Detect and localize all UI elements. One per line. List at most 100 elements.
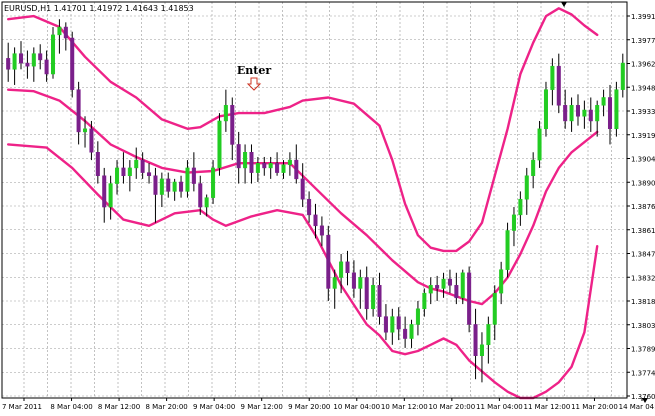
candle-bull — [524, 175, 529, 200]
candle-bull — [428, 285, 433, 294]
candle-bear — [377, 285, 382, 317]
candle-bull — [159, 178, 164, 195]
candle-bull — [486, 324, 491, 346]
y-tick-label: 1.39770 — [631, 37, 655, 45]
candle-bull — [479, 344, 484, 356]
candle-bull — [511, 214, 516, 231]
candle-bear — [383, 316, 388, 333]
candle-bull — [441, 278, 446, 289]
x-tick-label: 9 Mar 20:00 — [288, 403, 330, 411]
candle-bear — [364, 277, 369, 310]
candle-bull — [204, 197, 209, 208]
candle-bull — [531, 159, 536, 176]
candle-bull — [499, 269, 504, 294]
candle-bear — [275, 162, 280, 173]
candle-bull — [358, 277, 363, 289]
candle-bear — [63, 26, 68, 39]
chart-window[interactable]: 1.39910 1.39770 1.39625 1.39480 1.39335 1.391… — [0, 0, 655, 412]
candle-bull — [492, 292, 497, 325]
y-tick-label: 1.38180 — [631, 298, 655, 306]
candle-bull — [595, 105, 600, 122]
y-tick-label: 1.38760 — [631, 203, 655, 211]
x-tick-label: 11 Mar 04:00 — [476, 403, 523, 411]
x-tick-label: 9 Mar 12:00 — [241, 403, 283, 411]
enter-arrow-icon — [246, 77, 262, 91]
y-tick-label: 1.39625 — [631, 61, 655, 69]
y-tick-label: 1.38470 — [631, 251, 655, 259]
candle-bull — [12, 53, 17, 70]
candle-bull — [505, 230, 510, 270]
x-tick-label: 14 Mar 04:00 — [619, 403, 655, 411]
y-tick-label: 1.37600 — [631, 393, 655, 401]
x-tick-label: 11 Mar 20:00 — [571, 403, 618, 411]
candle-bull — [543, 89, 548, 130]
candle-bull — [620, 62, 625, 90]
candle-bear — [467, 272, 472, 325]
price-chart[interactable]: 1.39910 1.39770 1.39625 1.39480 1.39335 1.391… — [0, 0, 655, 412]
candle-bull — [415, 308, 420, 325]
candle-bear — [230, 105, 235, 145]
candle-bull — [339, 261, 344, 278]
candle-bull — [172, 181, 177, 192]
x-tick-label: 9 Mar 04:00 — [193, 403, 235, 411]
candle-bull — [268, 162, 273, 169]
candle-bull — [371, 285, 376, 310]
candle-bear — [44, 59, 49, 75]
candle-bull — [255, 162, 260, 173]
candle-bear — [249, 152, 254, 173]
candle-bull — [83, 128, 88, 133]
candle-bear — [153, 175, 158, 195]
candle-bull — [287, 159, 292, 166]
candle-bull — [460, 272, 465, 299]
candle-bull — [108, 183, 113, 208]
candle-bear — [319, 225, 324, 236]
candles — [6, 19, 625, 383]
x-tick-label: 8 Mar 20:00 — [145, 403, 187, 411]
candle-bull — [614, 89, 619, 130]
candle-bull — [134, 159, 139, 169]
y-tick-label: 1.38325 — [631, 274, 655, 282]
y-tick-label: 1.39045 — [631, 156, 655, 164]
candle-bear — [588, 109, 593, 122]
candle-bull — [601, 97, 606, 106]
x-tick-label: 8 Mar 04:00 — [50, 403, 92, 411]
candle-bull — [31, 53, 36, 67]
candle-bull — [518, 198, 523, 216]
candle-bull — [243, 152, 248, 169]
candle-bear — [25, 62, 30, 67]
candle-bear — [70, 37, 75, 90]
candle-bear — [179, 181, 184, 192]
candle-bull — [332, 277, 337, 289]
enter-annotation-label: Enter — [237, 64, 271, 77]
x-tick-label: 10 Mar 20:00 — [428, 403, 475, 411]
candle-bull — [223, 105, 228, 122]
candle-bear — [403, 328, 408, 339]
candle-bear — [607, 97, 613, 130]
candle-bull — [51, 34, 56, 75]
candle-bear — [351, 272, 356, 289]
candle-bear — [435, 285, 440, 289]
candle-bull — [115, 167, 120, 184]
x-tick-label: 8 Mar 12:00 — [98, 403, 140, 411]
candle-bear — [345, 261, 350, 274]
candle-bull — [185, 167, 190, 192]
candle-bull — [211, 167, 216, 198]
candle-bear — [454, 285, 459, 299]
candle-bear — [198, 183, 203, 208]
scroll-marker-icon[interactable] — [561, 2, 567, 7]
y-tick-label: 1.39190 — [631, 132, 655, 140]
candle-bear — [236, 144, 241, 169]
candle-bull — [281, 164, 286, 173]
candle-bull — [582, 109, 587, 117]
y-tick-label: 1.38615 — [631, 227, 655, 235]
y-tick-label: 1.37745 — [631, 369, 655, 377]
candle-bull — [217, 120, 222, 169]
candle-bull — [127, 167, 132, 176]
candle-bear — [326, 234, 331, 289]
x-tick-label: 11 Mar 12:00 — [524, 403, 571, 411]
candle-bear — [38, 53, 43, 61]
candle-bear — [121, 167, 126, 176]
candle-bear — [313, 214, 318, 227]
candle-bull — [409, 324, 414, 339]
candle-bull — [550, 65, 555, 90]
